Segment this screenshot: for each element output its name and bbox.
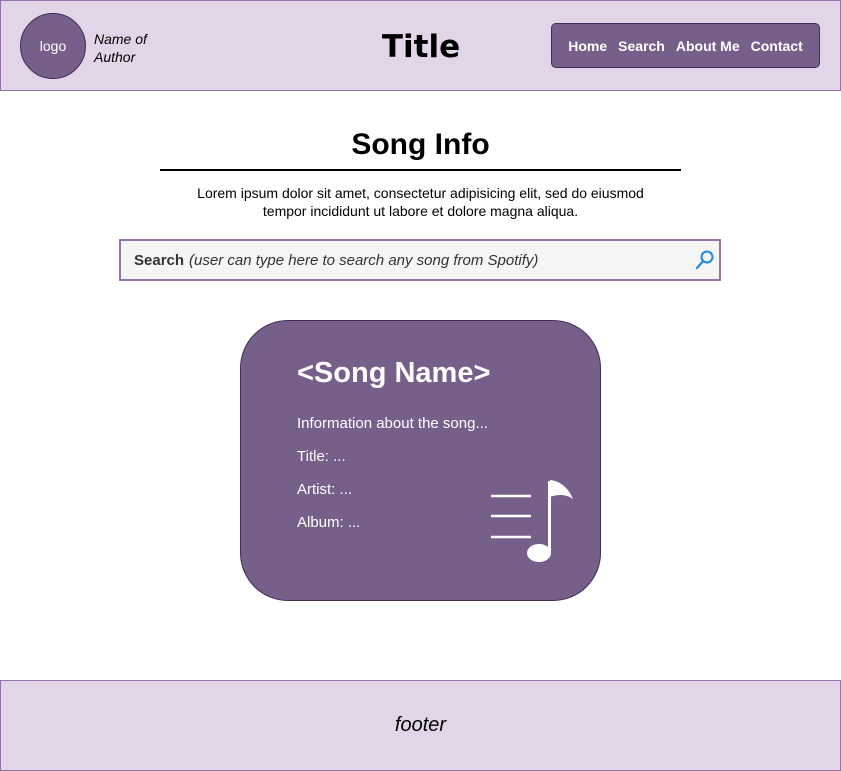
footer-text: footer bbox=[394, 714, 447, 736]
heading-divider bbox=[160, 169, 681, 171]
nav-search[interactable]: Search bbox=[618, 38, 665, 54]
logo[interactable]: logo bbox=[20, 13, 86, 79]
nav-contact[interactable]: Contact bbox=[751, 38, 803, 54]
search-label: Search bbox=[134, 251, 185, 269]
song-card: <Song Name> Information about the song..… bbox=[240, 320, 601, 601]
song-title: Title: ... bbox=[297, 448, 346, 465]
logo-label: logo bbox=[39, 38, 67, 54]
song-album: Album: ... bbox=[297, 514, 361, 531]
author-name: Name of Author bbox=[94, 31, 147, 65]
header: logo Name of Author Title Home Search Ab… bbox=[0, 0, 841, 91]
footer: footer bbox=[0, 680, 841, 771]
song-name: <Song Name> bbox=[297, 357, 491, 389]
search-icon[interactable] bbox=[694, 249, 716, 271]
intro-text: Lorem ipsum dolor sit amet, consectetur … bbox=[197, 185, 644, 219]
nav-about-me[interactable]: About Me bbox=[676, 38, 740, 54]
song-artist: Artist: ... bbox=[297, 481, 353, 498]
music-note-list-icon bbox=[491, 480, 573, 562]
search-input[interactable]: Search (user can type here to search any… bbox=[119, 239, 721, 281]
song-info: Information about the song... bbox=[297, 415, 488, 432]
search-placeholder: (user can type here to search any song f… bbox=[189, 251, 539, 269]
page-heading: Song Info bbox=[351, 128, 490, 161]
site-title: Title bbox=[381, 29, 461, 65]
nav-home[interactable]: Home bbox=[568, 38, 607, 54]
nav-bar: Home Search About Me Contact bbox=[551, 23, 820, 68]
